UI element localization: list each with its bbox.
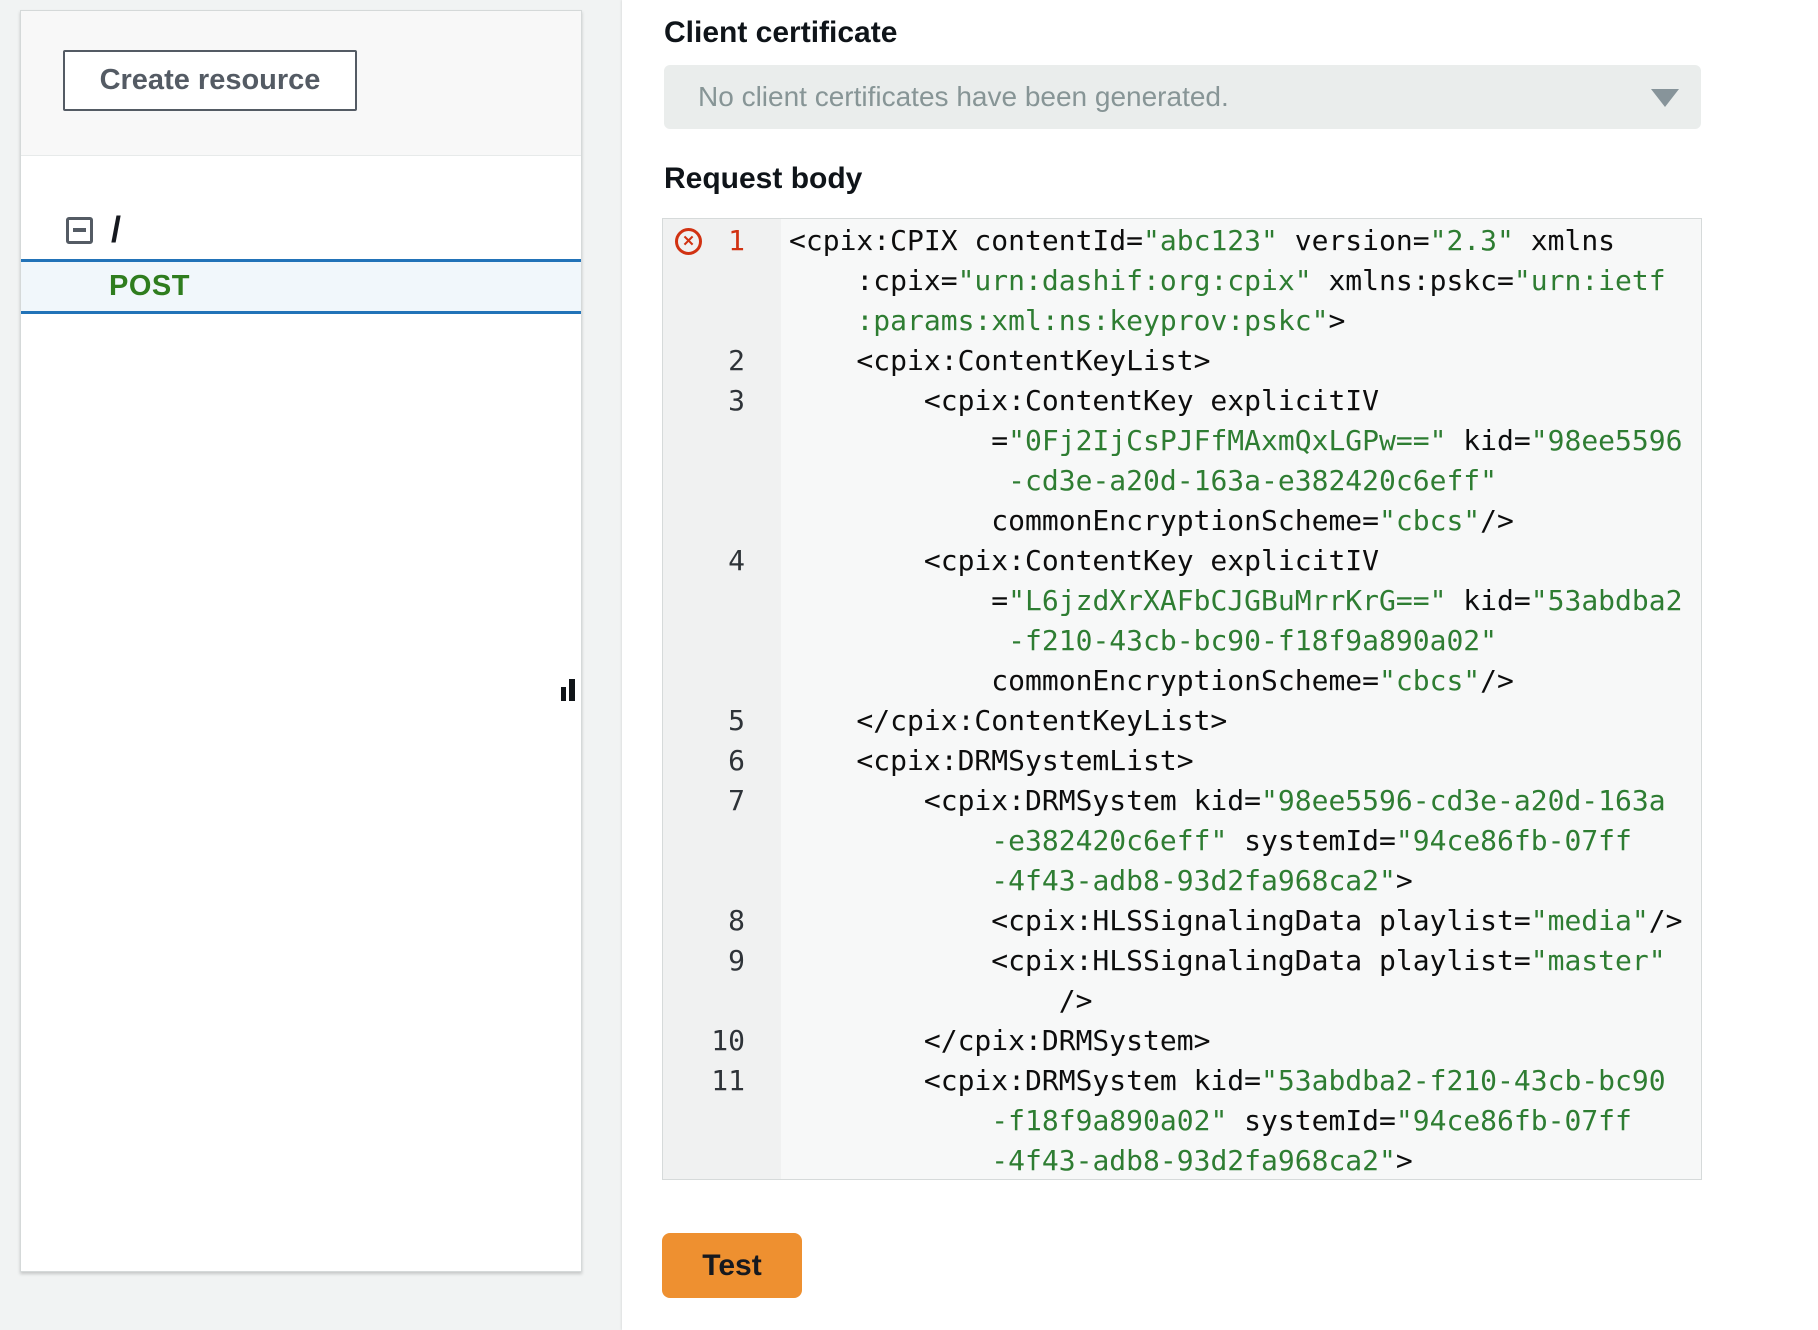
code-line: <cpix:DRMSystem kid="53abdba2-f210-43cb-…	[781, 1061, 1666, 1101]
line-number: 7	[663, 781, 781, 821]
editor-row: -f210-43cb-bc90-f18f9a890a02"	[663, 621, 1701, 661]
code-line: ="0Fj2IjCsPJFfMAxmQxLGPw==" kid="98ee559…	[781, 421, 1682, 461]
code-line: -cd3e-a20d-163a-e382420c6eff"	[781, 461, 1497, 501]
code-line: <cpix:ContentKey explicitIV	[781, 381, 1379, 421]
code-line: <cpix:HLSSignalingData playlist="media"/…	[781, 901, 1682, 941]
editor-row: :params:xml:ns:keyprov:pskc">	[663, 301, 1701, 341]
line-number	[663, 461, 781, 501]
collapse-minus-icon[interactable]	[66, 217, 93, 244]
editor-row: -4f43-adb8-93d2fa968ca2">	[663, 1141, 1701, 1180]
editor-row: 8 <cpix:HLSSignalingData playlist="media…	[663, 901, 1701, 941]
code-line: </cpix:ContentKeyList>	[781, 701, 1227, 741]
line-number: 3	[663, 381, 781, 421]
code-line: -4f43-adb8-93d2fa968ca2">	[781, 1141, 1413, 1180]
line-number: 11	[663, 1061, 781, 1101]
pane-resize-handle[interactable]	[561, 669, 577, 701]
code-line: <cpix:DRMSystemList>	[781, 741, 1194, 781]
editor-row: 3 <cpix:ContentKey explicitIV	[663, 381, 1701, 421]
minus-glyph	[73, 228, 86, 232]
code-line: commonEncryptionScheme="cbcs"/>	[781, 501, 1514, 541]
editor-row: 7 <cpix:DRMSystem kid="98ee5596-cd3e-a20…	[663, 781, 1701, 821]
editor-row: ="0Fj2IjCsPJFfMAxmQxLGPw==" kid="98ee559…	[663, 421, 1701, 461]
line-number	[663, 861, 781, 901]
editor-row: 1<cpix:CPIX contentId="abc123" version="…	[663, 221, 1701, 261]
code-line: <cpix:DRMSystem kid="98ee5596-cd3e-a20d-…	[781, 781, 1666, 821]
resource-root-row[interactable]: /	[21, 201, 581, 259]
resources-panel-header: Create resource	[21, 11, 581, 156]
code-line: <cpix:ContentKey explicitIV	[781, 541, 1379, 581]
code-line: -f210-43cb-bc90-f18f9a890a02"	[781, 621, 1497, 661]
code-line: -f18f9a890a02" systemId="94ce86fb-07ff	[781, 1101, 1632, 1141]
resource-root-path: /	[111, 212, 121, 248]
editor-row: -4f43-adb8-93d2fa968ca2">	[663, 861, 1701, 901]
editor-row: 6 <cpix:DRMSystemList>	[663, 741, 1701, 781]
line-number	[663, 261, 781, 301]
line-number	[663, 421, 781, 461]
code-line: -4f43-adb8-93d2fa968ca2">	[781, 861, 1413, 901]
create-resource-button[interactable]: Create resource	[63, 50, 357, 111]
code-rows: 1<cpix:CPIX contentId="abc123" version="…	[663, 219, 1701, 1180]
resize-grip-bar	[569, 679, 575, 701]
line-number	[663, 1141, 781, 1180]
resize-grip-bar	[561, 687, 566, 701]
editor-row: -cd3e-a20d-163a-e382420c6eff"	[663, 461, 1701, 501]
chevron-down-icon	[1651, 89, 1679, 107]
line-number	[663, 581, 781, 621]
request-body-heading: Request body	[664, 162, 862, 196]
client-certificate-placeholder: No client certificates have been generat…	[698, 81, 1229, 113]
code-line: commonEncryptionScheme="cbcs"/>	[781, 661, 1514, 701]
line-number: 10	[663, 1021, 781, 1061]
line-number	[663, 621, 781, 661]
code-line: -e382420c6eff" systemId="94ce86fb-07ff	[781, 821, 1632, 861]
editor-row: ="L6jzdXrXAFbCJGBuMrrKrG==" kid="53abdba…	[663, 581, 1701, 621]
editor-row: 11 <cpix:DRMSystem kid="53abdba2-f210-43…	[663, 1061, 1701, 1101]
editor-row: 10 </cpix:DRMSystem>	[663, 1021, 1701, 1061]
line-number: 6	[663, 741, 781, 781]
code-line: <cpix:CPIX contentId="abc123" version="2…	[781, 221, 1615, 261]
line-number	[663, 661, 781, 701]
line-number	[663, 501, 781, 541]
editor-row: 5 </cpix:ContentKeyList>	[663, 701, 1701, 741]
line-number: 9	[663, 941, 781, 981]
code-line: />	[781, 981, 1092, 1021]
code-line: :params:xml:ns:keyprov:pskc">	[781, 301, 1345, 341]
code-line: ="L6jzdXrXAFbCJGBuMrrKrG==" kid="53abdba…	[781, 581, 1682, 621]
line-number	[663, 301, 781, 341]
client-certificate-dropdown[interactable]: No client certificates have been generat…	[664, 65, 1701, 129]
editor-row: -f18f9a890a02" systemId="94ce86fb-07ff	[663, 1101, 1701, 1141]
method-row-post[interactable]: POST	[21, 259, 581, 314]
editor-row: />	[663, 981, 1701, 1021]
code-line: <cpix:HLSSignalingData playlist="master"	[781, 941, 1666, 981]
client-certificate-heading: Client certificate	[664, 16, 897, 50]
line-number: 1	[663, 221, 781, 261]
code-line: :cpix="urn:dashif:org:cpix" xmlns:pskc="…	[781, 261, 1666, 301]
line-number	[663, 1101, 781, 1141]
editor-row: 2 <cpix:ContentKeyList>	[663, 341, 1701, 381]
code-line: </cpix:DRMSystem>	[781, 1021, 1210, 1061]
method-test-panel: Client certificate No client certificate…	[622, 0, 1818, 1330]
line-number	[663, 981, 781, 1021]
test-button[interactable]: Test	[662, 1233, 802, 1298]
resources-panel: Create resource / POST	[20, 10, 582, 1272]
request-body-editor[interactable]: ✕ 1<cpix:CPIX contentId="abc123" version…	[662, 218, 1702, 1180]
editor-row: -e382420c6eff" systemId="94ce86fb-07ff	[663, 821, 1701, 861]
editor-row: commonEncryptionScheme="cbcs"/>	[663, 501, 1701, 541]
line-number: 4	[663, 541, 781, 581]
line-number: 2	[663, 341, 781, 381]
post-method-label: POST	[109, 270, 190, 303]
line-number: 8	[663, 901, 781, 941]
editor-row: 4 <cpix:ContentKey explicitIV	[663, 541, 1701, 581]
editor-row: commonEncryptionScheme="cbcs"/>	[663, 661, 1701, 701]
editor-row: :cpix="urn:dashif:org:cpix" xmlns:pskc="…	[663, 261, 1701, 301]
editor-row: 9 <cpix:HLSSignalingData playlist="maste…	[663, 941, 1701, 981]
code-line: <cpix:ContentKeyList>	[781, 341, 1210, 381]
line-number	[663, 821, 781, 861]
line-number: 5	[663, 701, 781, 741]
